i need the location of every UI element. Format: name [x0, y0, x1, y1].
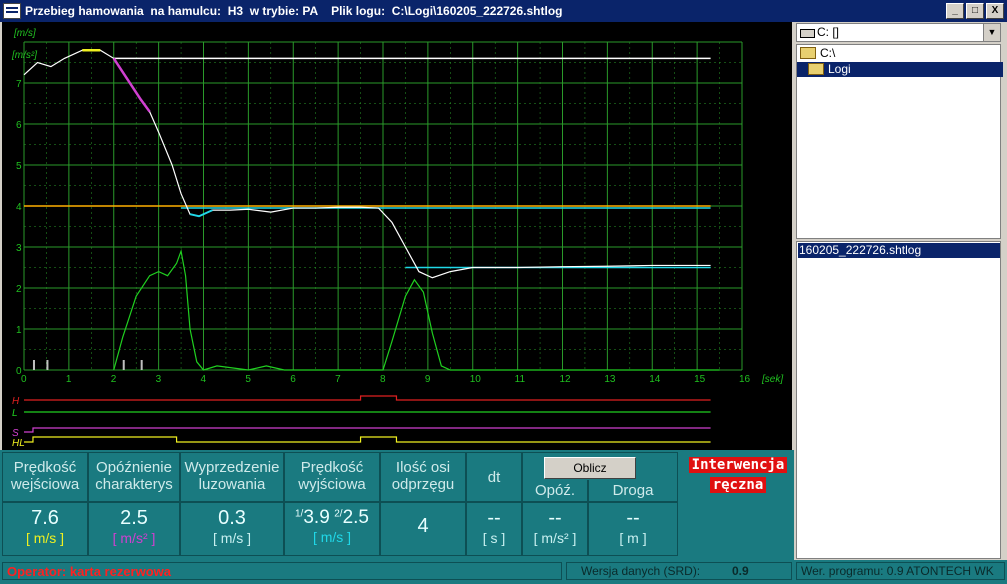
input-speed-cell: 7.6 [ m/s ]: [2, 502, 88, 556]
char-decel-unit: [ m/s² ]: [112, 530, 156, 546]
release-advance-value: 0.3: [218, 507, 246, 529]
y-tick-label: 2: [16, 284, 22, 295]
dt-cell: -- [ s ]: [466, 502, 522, 556]
y-tick-label: 1: [16, 325, 22, 336]
output-speed-values: 1/3.9 2/2.5: [295, 507, 369, 528]
signal-label: HL: [12, 438, 25, 449]
acceleration-series: [113, 248, 720, 371]
dir-item-logi[interactable]: Logi: [797, 62, 1003, 77]
event-marker: [32, 360, 35, 370]
x-tick-label: 6: [290, 374, 296, 385]
distance-value: --: [626, 507, 640, 529]
x-unit-label: [sek]: [761, 374, 783, 385]
x-tick-label: 1: [66, 374, 72, 385]
x-tick-label: 13: [604, 374, 616, 385]
x-tick-label: 9: [425, 374, 431, 385]
axles-cell: 4: [380, 502, 466, 556]
directory-list[interactable]: C:\ Logi: [796, 44, 1003, 239]
y2-unit-label: [m/s²]: [11, 50, 37, 61]
decel-value: --: [548, 507, 562, 529]
program-version-status: Wer. programu: 0.9 ATONTECH WK: [796, 562, 1005, 580]
window-controls: _ □ X: [946, 3, 1004, 19]
decel-header: Opóź.: [522, 480, 588, 502]
event-marker: [140, 360, 143, 370]
y-tick-label: 6: [16, 120, 22, 131]
chevron-down-icon[interactable]: ▼: [983, 24, 1000, 41]
input-speed-header: Prędkość wejściowa: [2, 452, 88, 502]
x-tick-label: 2: [111, 374, 117, 385]
signal-trace: [24, 395, 711, 401]
manual-intervention-indicator: Interwencja ręczna: [684, 455, 792, 495]
axles-value: 4: [417, 515, 429, 537]
y-tick-label: 3: [16, 243, 22, 254]
app-icon[interactable]: [3, 3, 21, 19]
dt-header: dt: [466, 452, 522, 502]
release-advance-header: Wyprzedzenie luzowania: [180, 452, 284, 502]
window-title: Przebieg hamowania na hamulcu: H3 w tryb…: [25, 4, 563, 18]
operator-status: Operator: karta rezerwowa: [2, 562, 562, 580]
y-tick-label: 5: [16, 161, 22, 172]
signal-label: H: [12, 396, 20, 407]
close-button[interactable]: X: [986, 3, 1004, 19]
distance-cell: -- [ m ]: [588, 502, 678, 556]
x-tick-label: 4: [201, 374, 207, 385]
file-list[interactable]: 160205_222726.shtlog: [796, 241, 1001, 559]
char-decel-value: 2.5: [120, 507, 148, 529]
chart-svg: 012345670 1 2 3 4 5 6 7 8 9 10 11 12 13 14 15 16[m/s][m/…: [11, 28, 783, 449]
event-marker: [122, 360, 125, 370]
x-tick-label: 7: [335, 374, 341, 385]
input-speed-unit: [ m/s ]: [25, 530, 65, 546]
speed-highlight-cyan: [189, 209, 213, 218]
output-speed-cell: 1/3.9 2/2.5 [ m/s ]: [284, 502, 380, 556]
y-tick-label: 7: [16, 79, 22, 90]
title-bar: Przebieg hamowania na hamulcu: H3 w tryb…: [0, 0, 1007, 22]
dt-unit: [ s ]: [482, 530, 506, 546]
x-tick-label: 12: [560, 374, 572, 385]
x-tick-label: 8: [380, 374, 386, 385]
file-item-selected[interactable]: 160205_222726.shtlog: [798, 243, 1000, 258]
dir-item-root[interactable]: C:\: [797, 46, 1003, 61]
maximize-button[interactable]: □: [966, 3, 984, 19]
event-marker: [46, 360, 49, 370]
release-advance-cell: 0.3 [ m/s ]: [180, 502, 284, 556]
output-speed-header: Prędkość wyjściowa: [284, 452, 380, 502]
x-tick-label: 5: [245, 374, 251, 385]
release-advance-unit: [ m/s ]: [212, 530, 252, 546]
drive-icon: [800, 29, 815, 38]
input-speed-value: 7.6: [31, 507, 59, 529]
y-unit-label: [m/s]: [13, 28, 36, 39]
open-folder-icon: [808, 62, 824, 75]
x-tick-label: 10: [470, 374, 482, 385]
char-decel-cell: 2.5 [ m/s² ]: [88, 502, 180, 556]
drive-select[interactable]: C: [] ▼: [796, 23, 1001, 42]
char-decel-header: Opóźnienie charakterys: [88, 452, 180, 502]
signal-trace: [24, 436, 711, 443]
distance-header: Droga: [588, 480, 678, 502]
output-speed-unit: [ m/s ]: [312, 529, 352, 545]
data-version-status: Wersja danych (SRD): 0.9: [566, 562, 792, 580]
open-folder-icon: [800, 46, 816, 59]
x-tick-label: 14: [649, 374, 661, 385]
signal-label: L: [12, 408, 18, 419]
x-tick-label: 15: [694, 374, 706, 385]
axles-header: Ilość osi odprzęgu: [380, 452, 466, 502]
distance-unit: [ m ]: [619, 530, 647, 546]
signal-trace: [24, 427, 711, 433]
minimize-button[interactable]: _: [946, 3, 964, 19]
y-tick-label: 4: [16, 202, 22, 213]
calculate-button[interactable]: Oblicz: [544, 457, 636, 479]
decel-cell: -- [ m/s² ]: [522, 502, 588, 556]
dt-value: --: [487, 507, 501, 529]
x-tick-label: 3: [156, 374, 162, 385]
braking-chart: 0 1 2 3 4 5 6 7 0 1 2 3 4 5 6 7 8 9 10 11 12 13 14 15 16 [m/s] [m/…: [2, 22, 792, 450]
x-tick-label: 11: [515, 374, 526, 385]
decel-unit: [ m/s² ]: [533, 530, 577, 546]
x-tick-label: 16: [739, 374, 751, 385]
x-tick-label: 0: [21, 374, 27, 385]
